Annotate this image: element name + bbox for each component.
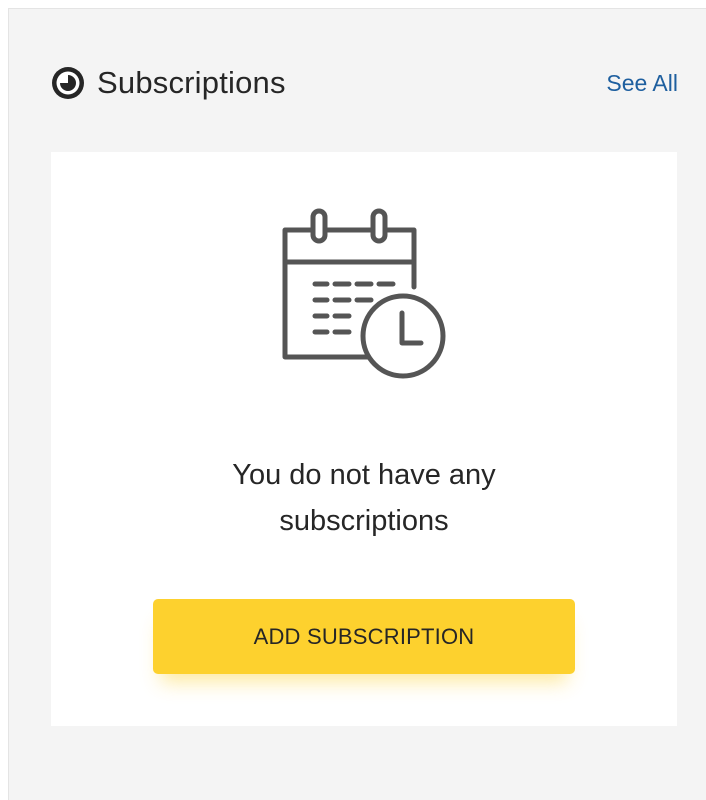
subscriptions-panel: Subscriptions See All You do not have an…: [8, 8, 706, 800]
empty-state-message: You do not have any subscriptions: [232, 459, 496, 537]
add-subscription-button[interactable]: ADD SUBSCRIPTION: [153, 599, 575, 674]
see-all-link[interactable]: See All: [606, 70, 678, 97]
panel-title: Subscriptions: [97, 65, 286, 100]
panel-header: Subscriptions See All: [51, 61, 678, 105]
title-group: Subscriptions: [51, 65, 286, 101]
clock-icon: [52, 67, 84, 99]
empty-state-card: You do not have any subscriptions ADD SU…: [51, 152, 677, 726]
calendar-clock-icon: [282, 208, 446, 379]
